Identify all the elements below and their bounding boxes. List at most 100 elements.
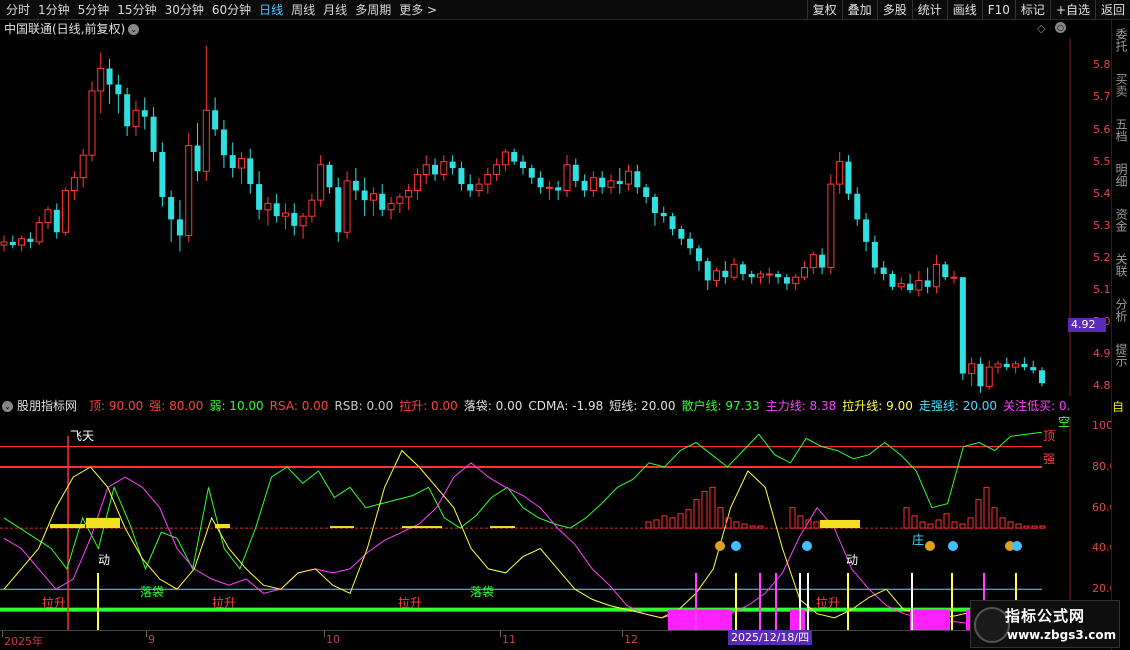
candle <box>396 193 404 213</box>
main-force-line-series <box>3 462 1043 625</box>
toolbar-button-0[interactable]: 复权 <box>806 0 842 20</box>
candle <box>343 171 351 239</box>
candle <box>326 161 333 194</box>
period-tab-3[interactable]: 15分钟 <box>113 0 160 20</box>
period-tab-4[interactable]: 30分钟 <box>161 0 208 20</box>
candle <box>449 155 456 175</box>
main-force-bar-12 <box>741 523 748 529</box>
candle <box>545 180 553 201</box>
sidebar-item-5[interactable]: 关联 <box>1114 253 1129 277</box>
main-force-bar-30 <box>991 507 998 529</box>
watermark: 指标公式网 www.zbgs3.com <box>970 600 1120 648</box>
candle <box>616 168 623 194</box>
date-label-0: 2025年 <box>4 635 43 648</box>
toolbar-button-8[interactable]: 返回 <box>1094 0 1130 20</box>
candle <box>18 235 26 252</box>
candle <box>599 171 606 194</box>
indicator-field-4: RSB: 0.00 <box>334 399 394 413</box>
period-tab-9[interactable]: 多周期 <box>351 0 395 20</box>
candle <box>159 142 166 207</box>
candle <box>308 193 316 223</box>
indicator-field-1: 强: 80.00 <box>149 399 204 413</box>
indicator-field-8: 短线: 20.00 <box>609 399 676 413</box>
candle <box>537 171 544 194</box>
sidebar-item-6[interactable]: 分析 <box>1114 298 1129 322</box>
candle <box>247 148 254 194</box>
period-tab-10[interactable]: 更多 > <box>395 0 441 20</box>
candle <box>35 216 43 246</box>
watermark-title: 指标公式网 <box>1005 607 1086 625</box>
chevron-down-icon[interactable]: ⌄ <box>128 24 140 35</box>
sidebar-item-7[interactable]: 提示 <box>1114 343 1129 367</box>
toolbar-button-7[interactable]: +自选 <box>1049 0 1095 20</box>
candle <box>757 270 765 284</box>
period-tab-8[interactable]: 月线 <box>319 0 351 20</box>
toolbar-button-5[interactable]: F10 <box>981 0 1015 20</box>
candle <box>0 235 8 252</box>
toolbar-button-4[interactable]: 画线 <box>946 0 982 20</box>
zhuang-label: 庄 <box>912 532 924 547</box>
sidebar-item-3[interactable]: 明细 <box>1114 163 1129 187</box>
date-label-1: 9 <box>148 633 155 646</box>
candle <box>212 97 219 136</box>
attention-block-1 <box>790 609 805 630</box>
money-bag-icon-0 <box>715 541 725 551</box>
toolbar-button-2[interactable]: 多股 <box>876 0 912 20</box>
date-label-2: 10 <box>326 633 340 646</box>
candle <box>475 177 483 197</box>
period-tab-2[interactable]: 5分钟 <box>74 0 114 20</box>
candle <box>555 180 562 201</box>
sidebar-bottom-label[interactable]: 自 <box>1112 398 1130 414</box>
candle <box>458 161 465 191</box>
candlestick-chart[interactable] <box>0 38 1090 396</box>
candle <box>194 123 201 181</box>
date-label-3: 11 <box>502 633 516 646</box>
main-force-bar-29 <box>983 486 990 529</box>
candle <box>511 148 518 165</box>
toolbar-button-3[interactable]: 统计 <box>911 0 947 20</box>
period-tab-1[interactable]: 1分钟 <box>34 0 74 20</box>
sidebar-item-0[interactable]: 委托 <box>1114 28 1129 52</box>
candle <box>422 155 430 185</box>
main-force-bar-9 <box>717 507 724 529</box>
toolbar-button-6[interactable]: 标记 <box>1014 0 1050 20</box>
main-force-bar-28 <box>975 499 982 529</box>
candle <box>281 203 289 230</box>
date-tick-0 <box>2 631 3 637</box>
period-tab-6[interactable]: 日线 <box>255 0 287 20</box>
indicator-chart[interactable]: 飞天 顶强 空动 动拉升 拉升 拉升 拉升 落袋 落袋 庄 <box>0 416 1090 630</box>
candle <box>361 177 368 217</box>
toolbar-button-1[interactable]: 叠加 <box>841 0 877 20</box>
sidebar-item-4[interactable]: 资金 <box>1114 208 1129 232</box>
main-force-bar-18 <box>813 521 820 529</box>
indicator-menu-icon[interactable]: ⌄ <box>2 401 13 412</box>
main-force-bar-4 <box>677 513 684 529</box>
candle <box>651 193 658 226</box>
candle <box>783 273 790 291</box>
qiang-label: 强 <box>1043 452 1055 466</box>
candle <box>405 184 413 210</box>
candle <box>379 184 386 217</box>
sidebar-item-1[interactable]: 买卖 <box>1114 73 1129 97</box>
chart-title: 中国联通(日线,前复权) ⌄ <box>4 21 140 37</box>
candle <box>792 273 800 291</box>
candle <box>299 212 307 239</box>
candle <box>643 184 650 204</box>
main-force-bar-2 <box>661 515 668 529</box>
period-tab-0[interactable]: 分时 <box>2 0 34 20</box>
indicator-name[interactable]: 股朋指标网 <box>17 399 77 413</box>
circle-menu-icon[interactable]: ○ <box>1055 22 1066 33</box>
lift-bar-0 <box>50 524 85 529</box>
candle <box>88 81 96 162</box>
attention-block-0 <box>668 609 732 630</box>
candle <box>220 119 227 169</box>
diamond-icon[interactable]: ◇ <box>1037 22 1045 35</box>
sidebar-item-2[interactable]: 五档 <box>1114 118 1129 142</box>
luo-dai-label-1: 落袋 <box>140 585 164 599</box>
candle <box>124 87 131 136</box>
main-force-bar-24 <box>943 513 950 529</box>
period-tab-5[interactable]: 60分钟 <box>208 0 255 20</box>
candle <box>106 58 113 104</box>
period-tab-7[interactable]: 周线 <box>287 0 319 20</box>
candle <box>150 107 157 162</box>
